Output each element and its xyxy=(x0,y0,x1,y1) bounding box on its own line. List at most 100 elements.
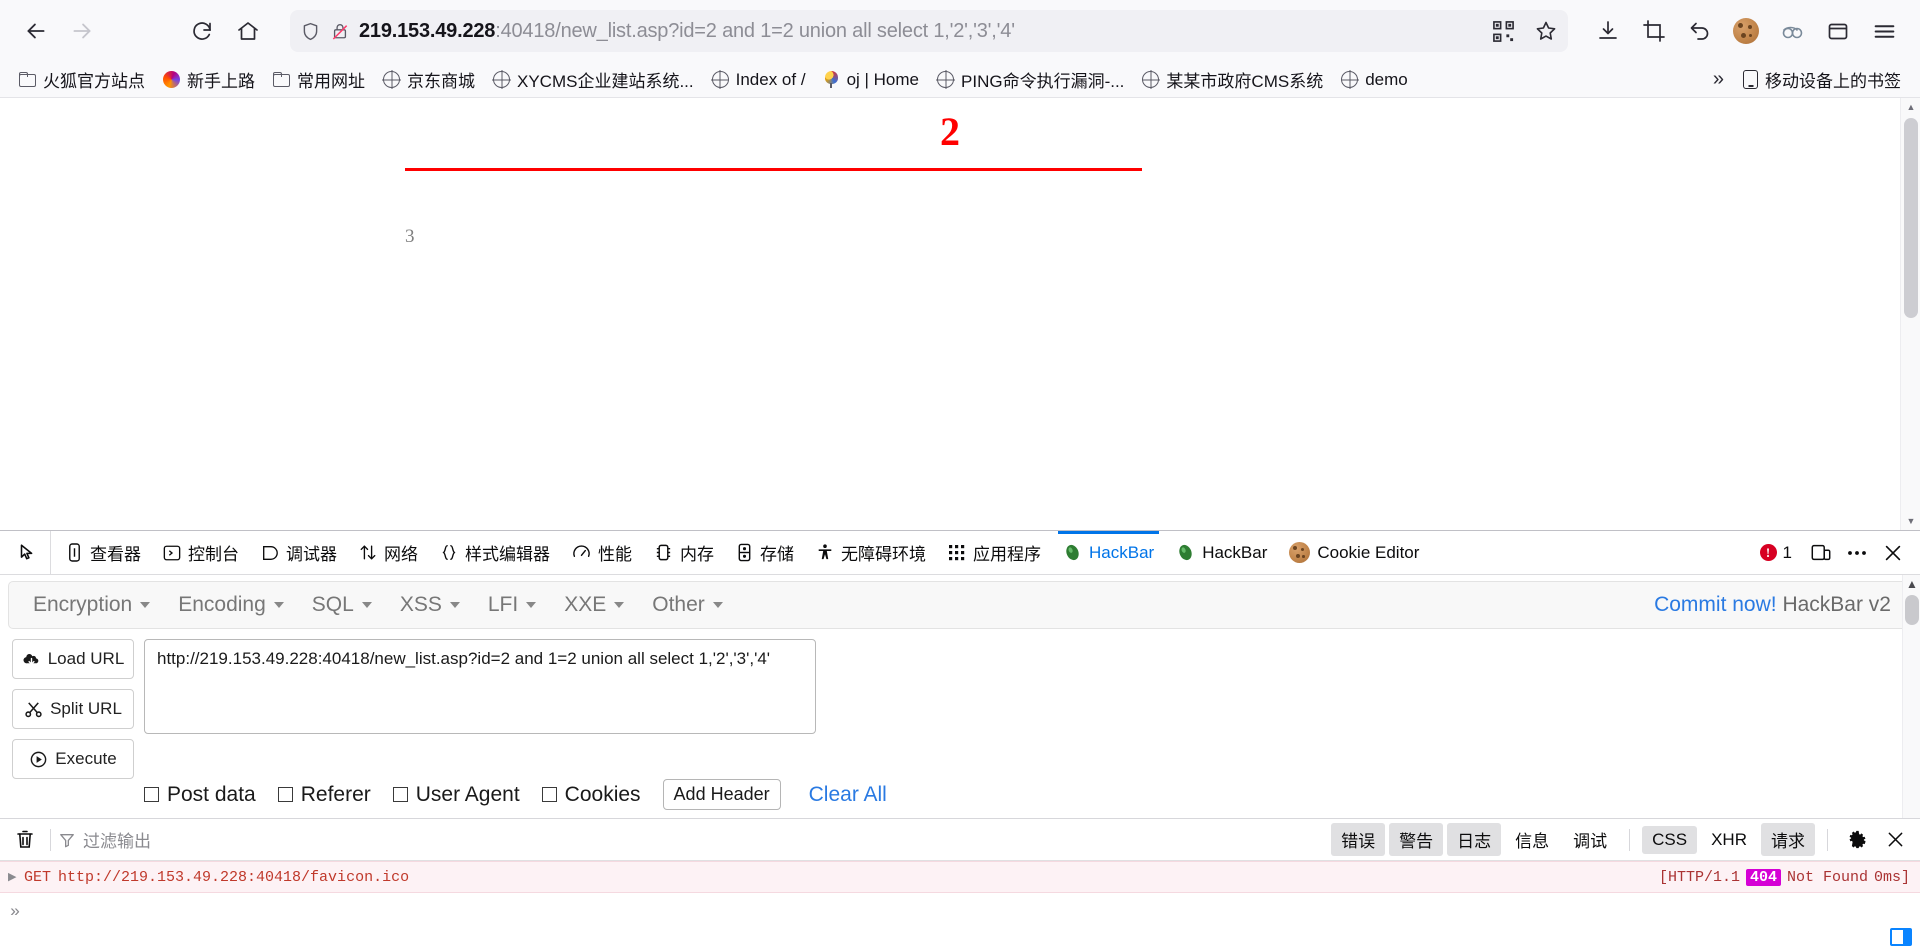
referer-checkbox[interactable]: Referer xyxy=(277,783,371,807)
hackbar-menu-xxe[interactable]: XXE xyxy=(550,589,638,621)
lock-broken-icon[interactable] xyxy=(330,21,350,42)
undo-close-tab-button[interactable] xyxy=(1678,9,1722,53)
container-tabs-button[interactable] xyxy=(1816,9,1860,53)
url-bar[interactable]: 219.153.49.228:40418/new_list.asp?id=2 a… xyxy=(290,10,1568,52)
bookmark-item-5[interactable]: Index of / xyxy=(703,66,815,94)
bookmark-item-7[interactable]: PING命令执行漏洞-... xyxy=(928,63,1133,96)
menu-label: Other xyxy=(652,593,705,616)
tab-debugger[interactable]: 调试器 xyxy=(250,531,348,574)
expand-arrow-icon[interactable]: ▶ xyxy=(8,870,24,884)
bookmark-item-9[interactable]: demo xyxy=(1332,66,1417,94)
bookmark-item-1[interactable]: 新手上路 xyxy=(154,63,264,96)
qr-code-icon[interactable] xyxy=(1492,20,1515,43)
console-settings-button[interactable] xyxy=(1840,823,1874,857)
log-url[interactable]: http://219.153.49.228:40418/favicon.ico xyxy=(58,869,409,886)
hackbar-menu-xss[interactable]: XSS xyxy=(386,589,474,621)
bookmark-item-6[interactable]: oj | Home xyxy=(815,66,928,94)
tab-accessibility[interactable]: 无障碍环境 xyxy=(805,531,937,574)
checkbox-box[interactable] xyxy=(392,787,408,802)
filter-xhr[interactable]: XHR xyxy=(1701,826,1757,854)
post-data-checkbox[interactable]: Post data xyxy=(144,783,256,807)
execute-button[interactable]: Execute xyxy=(12,739,134,779)
tab-memory[interactable]: 内存 xyxy=(643,531,725,574)
load-url-button[interactable]: Load URL xyxy=(12,639,134,679)
mobile-bookmarks-item[interactable]: 移动设备上的书签 xyxy=(1734,63,1910,96)
error-count-badge[interactable]: ! 1 xyxy=(1750,543,1802,563)
split-url-button[interactable]: Split URL xyxy=(12,689,134,729)
checkbox-box[interactable] xyxy=(277,787,293,802)
proxy-extension-button[interactable] xyxy=(1770,9,1814,53)
bookmark-item-4[interactable]: XYCMS企业建站系统... xyxy=(484,63,703,96)
tab-hackbar-active[interactable]: HackBar xyxy=(1052,531,1165,574)
home-button[interactable] xyxy=(226,9,270,53)
filter-debug[interactable]: 调试 xyxy=(1563,823,1617,856)
tab-cookie-editor[interactable]: Cookie Editor xyxy=(1278,531,1430,574)
devtools-close-button[interactable] xyxy=(1876,536,1910,570)
clear-console-button[interactable] xyxy=(8,823,42,857)
hackbar-vertical-scrollbar[interactable]: ▲ xyxy=(1902,575,1920,818)
scroll-up-arrow-icon[interactable]: ▲ xyxy=(1901,98,1920,116)
console-input-prompt[interactable]: » xyxy=(0,893,1920,931)
tab-network[interactable]: 网络 xyxy=(348,531,429,574)
user-agent-checkbox[interactable]: User Agent xyxy=(392,783,520,807)
commit-now-link[interactable]: Commit now! xyxy=(1654,593,1777,616)
console-log-row[interactable]: ▶ GET http://219.153.49.228:40418/favico… xyxy=(0,861,1920,893)
cookies-checkbox[interactable]: Cookies xyxy=(541,783,641,807)
hackbar-menu-lfi[interactable]: LFI xyxy=(474,589,550,621)
tab-style-editor[interactable]: 样式编辑器 xyxy=(429,531,561,574)
tab-application[interactable]: 应用程序 xyxy=(937,531,1052,574)
filter-info[interactable]: 信息 xyxy=(1505,823,1559,856)
filter-logs[interactable]: 日志 xyxy=(1447,823,1502,856)
bookmark-item-0[interactable]: 火狐官方站点 xyxy=(10,63,154,96)
page-vertical-scrollbar[interactable]: ▲ ▼ xyxy=(1900,98,1920,530)
tab-storage[interactable]: 存储 xyxy=(725,531,805,574)
performance-icon xyxy=(572,543,591,562)
tab-console[interactable]: 控制台 xyxy=(152,531,250,574)
console-filter-input[interactable]: 过滤输出 xyxy=(59,827,151,852)
element-picker-button[interactable] xyxy=(6,531,51,574)
scroll-down-arrow-icon[interactable]: ▼ xyxy=(1901,512,1920,530)
scroll-up-arrow-icon[interactable]: ▲ xyxy=(1903,577,1920,591)
tab-performance[interactable]: 性能 xyxy=(561,531,643,574)
bookmarks-overflow-chevron-icon[interactable]: » xyxy=(1703,64,1734,95)
reload-button[interactable] xyxy=(180,9,224,53)
bookmark-item-2[interactable]: 常用网址 xyxy=(264,63,374,96)
scrollbar-thumb[interactable] xyxy=(1905,595,1919,625)
filter-errors[interactable]: 错误 xyxy=(1331,823,1386,856)
checkbox-box[interactable] xyxy=(541,787,557,802)
log-protocol: [HTTP/1.1 xyxy=(1658,868,1740,886)
forward-button[interactable] xyxy=(60,9,104,53)
tab-hackbar-secondary[interactable]: HackBar xyxy=(1165,531,1278,574)
bookmark-item-8[interactable]: 某某市政府CMS系统 xyxy=(1133,63,1332,96)
bookmark-label: 某某市政府CMS系统 xyxy=(1166,72,1324,91)
downloads-button[interactable] xyxy=(1586,9,1630,53)
console-editor-toggle[interactable] xyxy=(1890,928,1912,946)
add-header-button[interactable]: Add Header xyxy=(662,779,781,810)
devtools-options-button[interactable] xyxy=(1840,536,1874,570)
screenshot-button[interactable] xyxy=(1632,9,1676,53)
app-menu-button[interactable] xyxy=(1862,9,1906,53)
filter-requests[interactable]: 请求 xyxy=(1761,823,1815,856)
tracking-protection-shield-icon[interactable] xyxy=(300,21,321,42)
tab-label: 控制台 xyxy=(188,545,239,564)
hackbar-menu-other[interactable]: Other xyxy=(638,589,737,621)
hackbar-url-textarea[interactable] xyxy=(144,639,816,734)
hackbar-menu-encryption[interactable]: Encryption xyxy=(19,589,164,621)
filter-warnings[interactable]: 警告 xyxy=(1389,823,1444,856)
filter-css[interactable]: CSS xyxy=(1642,825,1698,854)
folder-icon xyxy=(273,72,290,87)
back-button[interactable] xyxy=(14,9,58,53)
bookmark-item-3[interactable]: 京东商城 xyxy=(374,63,484,96)
cookie-editor-button[interactable] xyxy=(1724,9,1768,53)
responsive-design-mode-button[interactable] xyxy=(1804,536,1838,570)
hackbar-menu-sql[interactable]: SQL xyxy=(298,589,386,621)
filter-placeholder: 过滤输出 xyxy=(83,832,151,851)
clear-all-link[interactable]: Clear All xyxy=(809,783,887,807)
bookmark-star-icon[interactable] xyxy=(1534,19,1558,43)
url-text[interactable]: 219.153.49.228:40418/new_list.asp?id=2 a… xyxy=(359,20,1479,43)
hackbar-menu-encoding[interactable]: Encoding xyxy=(164,589,298,621)
console-close-button[interactable] xyxy=(1878,823,1912,857)
scrollbar-thumb[interactable] xyxy=(1904,118,1918,318)
checkbox-box[interactable] xyxy=(144,787,159,802)
tab-inspector[interactable]: 查看器 xyxy=(55,531,152,574)
